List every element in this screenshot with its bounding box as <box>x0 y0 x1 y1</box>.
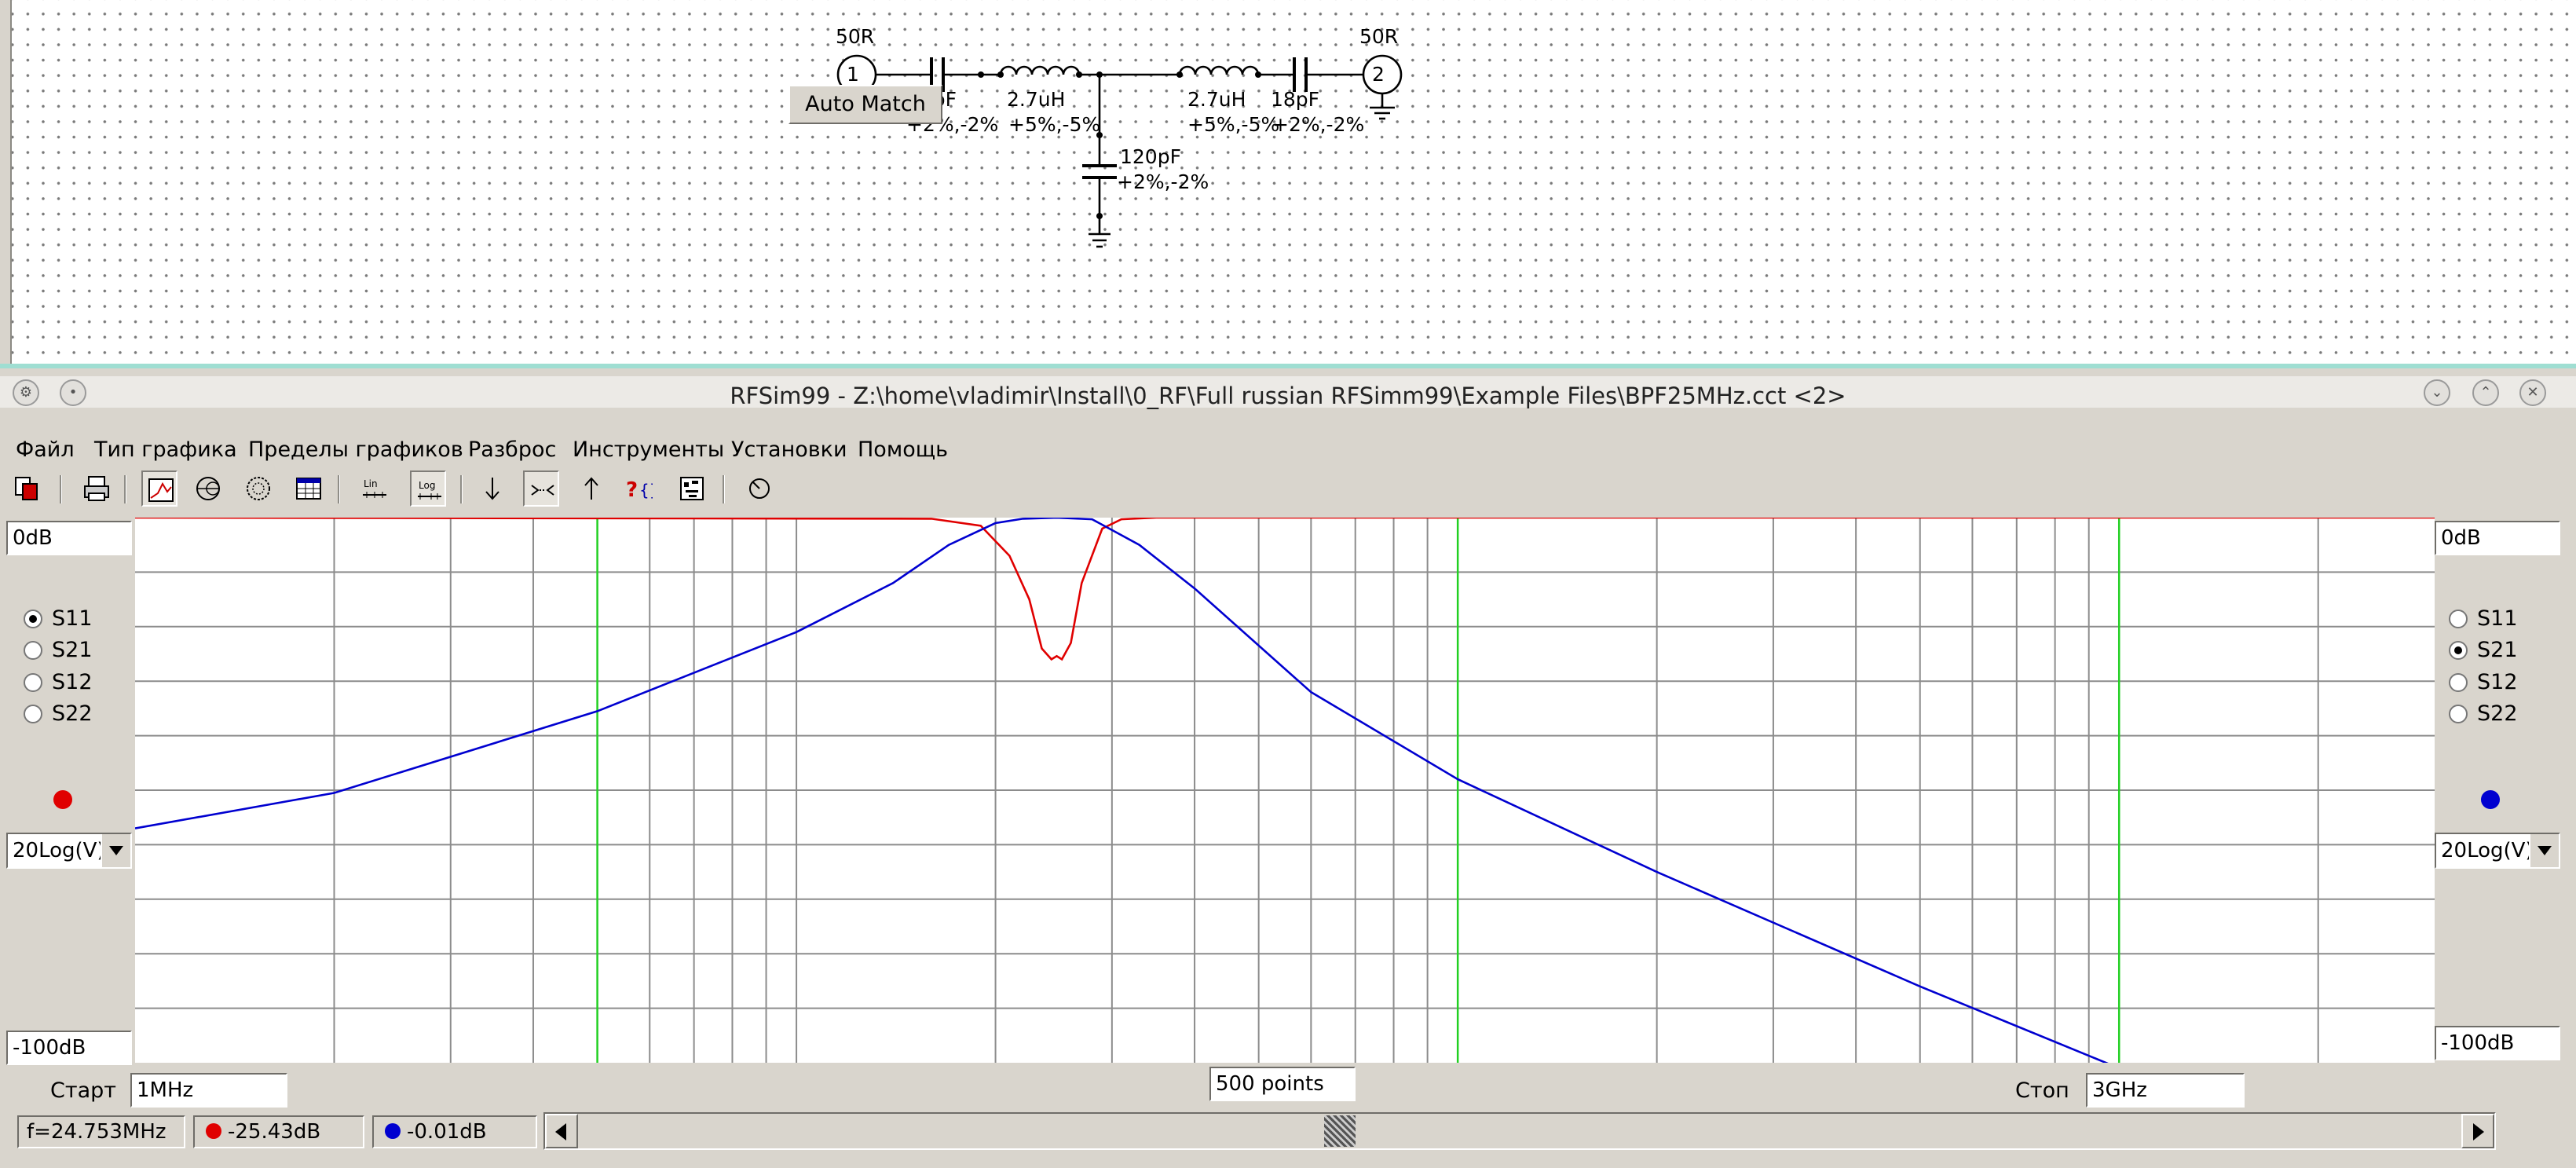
smith-chart-icon[interactable] <box>190 470 226 507</box>
menu-file[interactable]: Файл <box>16 438 75 462</box>
status-frequency: f=24.753MHz <box>17 1115 185 1148</box>
menu-help[interactable]: Помощь <box>858 438 948 462</box>
status-s11: -25.43dB <box>193 1115 364 1148</box>
l2-tolerance: +5%,-5% <box>1187 113 1279 136</box>
port-1-impedance: 50R <box>836 25 874 48</box>
s21-color-dot <box>385 1123 401 1139</box>
marker-both-icon[interactable] <box>523 470 559 507</box>
maximize-icon[interactable]: ⌃ <box>2472 379 2499 406</box>
title-bar[interactable]: ⚙ • RFSim99 - Z:\home\vladimir\Install\0… <box>0 376 2576 409</box>
help-icon[interactable]: ?{} <box>620 470 657 507</box>
chevron-down-icon[interactable] <box>101 834 130 867</box>
minimize-icon[interactable]: ⌄ <box>2424 379 2450 406</box>
marker-down-icon[interactable] <box>474 470 510 507</box>
menu-settings[interactable]: Установки <box>731 438 847 462</box>
right-bottom-limit-field[interactable]: -100dB <box>2435 1026 2560 1060</box>
svg-text:Log: Log <box>419 480 435 491</box>
left-trace-color-dot <box>53 790 72 809</box>
menu-plot-limits[interactable]: Пределы графиков <box>248 438 463 462</box>
left-bottom-limit-field[interactable]: -100dB <box>6 1031 132 1065</box>
right-scale-select[interactable]: 20Log(V) <box>2435 833 2560 869</box>
c3-value: 120pF <box>1120 145 1181 168</box>
frequency-scrollbar[interactable] <box>543 1112 2496 1150</box>
right-radio-s11[interactable]: S11 <box>2449 606 2543 635</box>
status-s11-value: -25.43dB <box>228 1120 321 1144</box>
right-radio-s21[interactable]: S21 <box>2449 638 2543 666</box>
toolbar: Lin Log ?{} <box>0 467 2576 510</box>
svg-text:Lin: Lin <box>364 478 378 489</box>
log-scale-icon[interactable]: Log <box>410 470 446 507</box>
port-2-impedance: 50R <box>1359 25 1398 48</box>
port-2-number: 2 <box>1372 63 1385 86</box>
l2-value: 2.7uH <box>1187 88 1246 111</box>
plot-area[interactable] <box>135 518 2435 1063</box>
c3-tolerance: +2%,-2% <box>1117 170 1209 193</box>
component-icon[interactable] <box>674 470 710 507</box>
l1-tolerance: +5%,-5% <box>1008 113 1100 136</box>
auto-match-button[interactable]: Auto Match <box>789 85 942 124</box>
rect-plot-icon[interactable] <box>141 470 177 507</box>
left-radio-s11[interactable]: S11 <box>24 606 118 635</box>
scroll-right-icon[interactable] <box>2461 1114 2494 1148</box>
stop-frequency-field[interactable]: 3GHz <box>2086 1073 2245 1108</box>
start-label: Старт <box>50 1078 116 1103</box>
marker-up-icon[interactable] <box>573 470 609 507</box>
linear-scale-icon[interactable]: Lin <box>357 470 393 507</box>
svg-text:{}: {} <box>639 481 653 500</box>
copy-icon[interactable] <box>9 470 46 507</box>
svg-text:?: ? <box>626 478 638 502</box>
right-radio-s22[interactable]: S22 <box>2449 701 2543 730</box>
status-s21-value: -0.01dB <box>407 1120 487 1144</box>
window-title: RFSim99 - Z:\home\vladimir\Install\0_RF\… <box>730 383 1846 409</box>
menu-tolerance[interactable]: Разброс <box>468 438 556 462</box>
left-top-limit-field[interactable]: 0dB <box>6 521 132 555</box>
polar-chart-icon[interactable] <box>240 470 276 507</box>
left-scale-select[interactable]: 20Log(V) <box>6 833 132 869</box>
print-icon[interactable] <box>79 470 115 507</box>
s11-trace <box>135 518 2435 661</box>
l1-value: 2.7uH <box>1007 88 1065 111</box>
stop-label: Стоп <box>2015 1078 2069 1103</box>
left-radio-s12[interactable]: S12 <box>24 670 118 698</box>
s11-color-dot <box>206 1123 221 1139</box>
right-top-limit-field[interactable]: 0dB <box>2435 521 2560 555</box>
points-field[interactable]: 500 points <box>1209 1067 1356 1101</box>
left-radio-s22[interactable]: S22 <box>24 701 118 730</box>
scroll-left-icon[interactable] <box>545 1114 578 1148</box>
chevron-down-icon[interactable] <box>2529 834 2559 867</box>
close-icon[interactable]: ✕ <box>2519 379 2546 406</box>
menu-tools[interactable]: Инструменты <box>573 438 724 462</box>
menu-plot-type[interactable]: Тип графика <box>94 438 237 462</box>
scrollbar-thumb[interactable] <box>1324 1115 1356 1147</box>
right-radio-s12[interactable]: S12 <box>2449 670 2543 698</box>
c2-tolerance: +2%,-2% <box>1272 113 1364 136</box>
c2-value: 18pF <box>1271 88 1319 111</box>
left-radio-s21[interactable]: S21 <box>24 638 118 666</box>
s-parameter-chart <box>135 518 2435 1063</box>
start-frequency-field[interactable]: 1MHz <box>130 1073 287 1108</box>
table-icon[interactable] <box>291 470 327 507</box>
menu-bar: Файл Тип графика Пределы графиков Разбро… <box>0 433 2576 464</box>
schematic-diagram: 1 2 50R 50R 18pF +2%,-2% 2.7uH +5%,-5% 2… <box>836 25 1403 248</box>
status-s21: -0.01dB <box>372 1115 537 1148</box>
port-1-number: 1 <box>847 63 859 86</box>
right-trace-color-dot <box>2481 790 2500 809</box>
tune-icon[interactable] <box>741 470 778 507</box>
